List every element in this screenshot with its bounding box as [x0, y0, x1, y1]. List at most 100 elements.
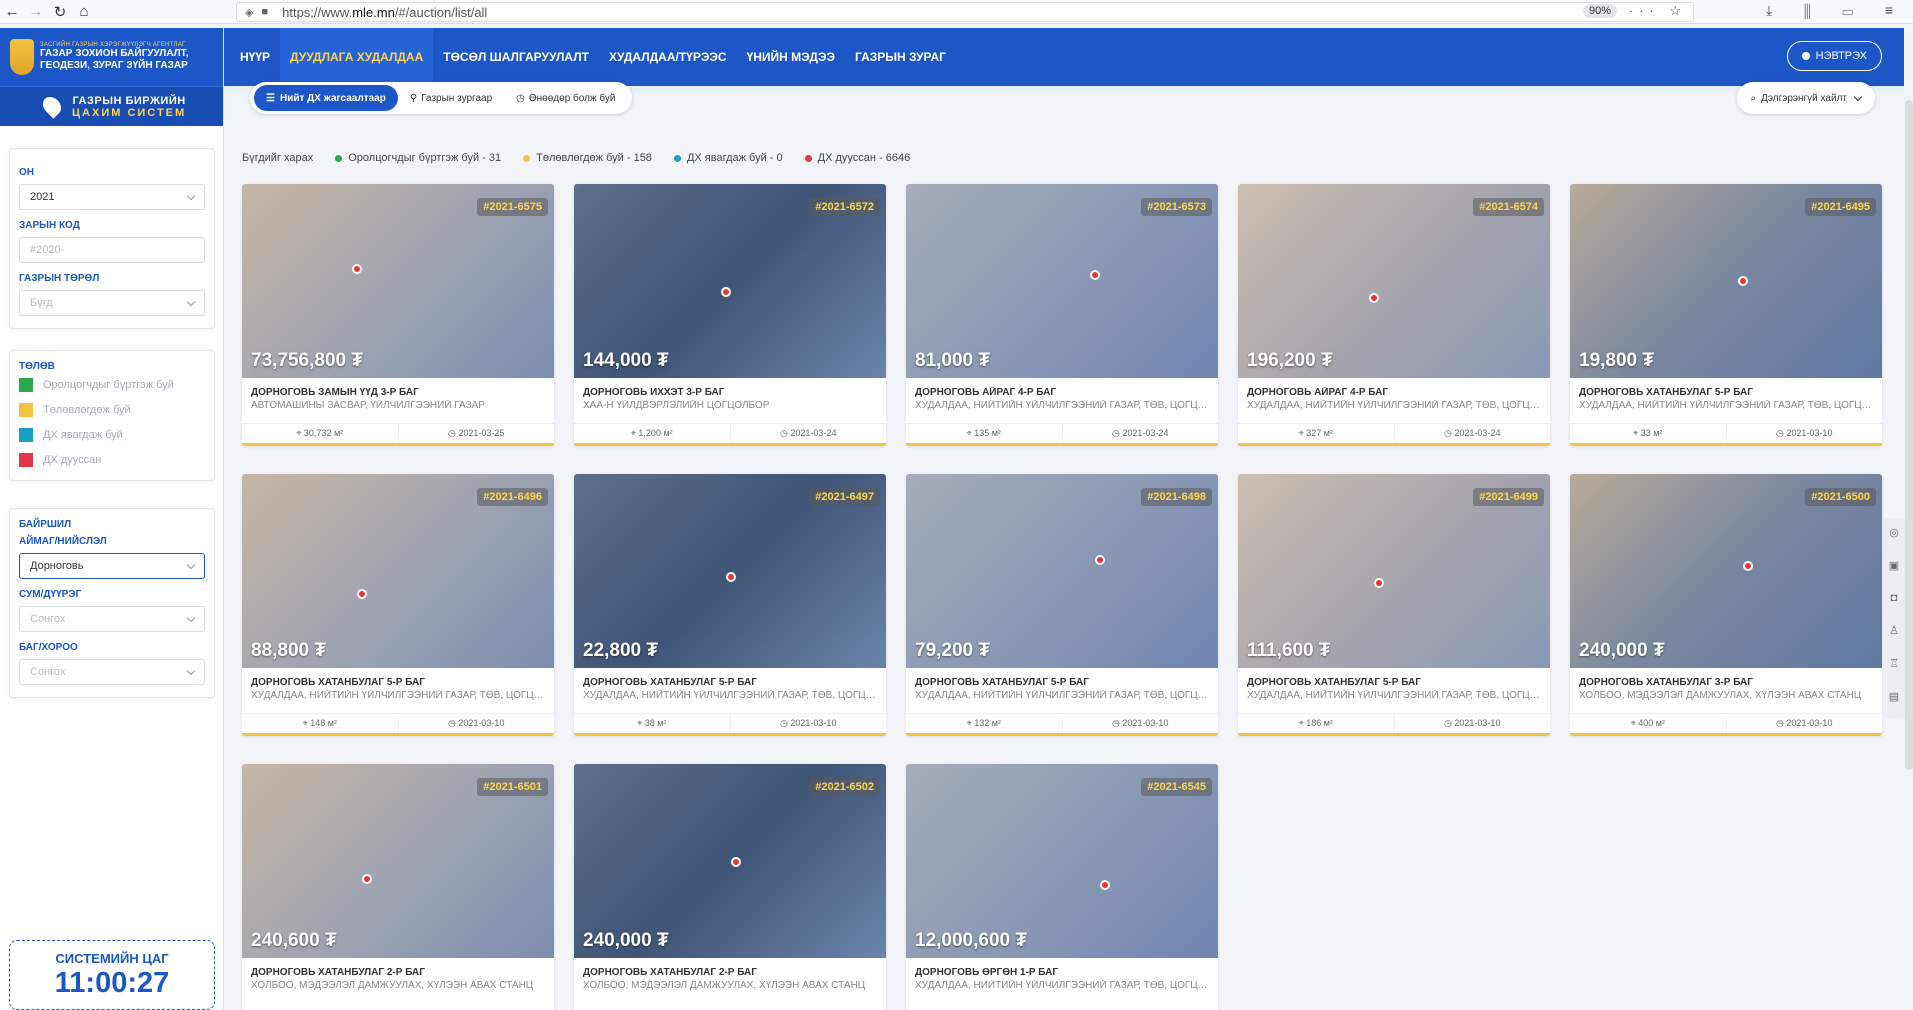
login-button[interactable]: НЭВТРЭХ — [1786, 41, 1882, 71]
nav-auction[interactable]: ДУУДЛАГА ХУДАЛДАА — [280, 28, 434, 86]
status-item[interactable]: Төлөвлөгдөж буй — [19, 403, 205, 417]
url-text: https://www.mle.mn/#/auction/list/all — [282, 4, 488, 20]
auction-card[interactable]: #2021-6501 240,600 ₮ ДОРНОГОВЬ ХАТАНБУЛАГ … — [242, 764, 554, 1010]
auction-card[interactable]: #2021-6496 88,800 ₮ ДОРНОГОВЬ ХАТАНБУЛАГ 5… — [242, 474, 554, 736]
exchange-subtitle: ЦАХИМ СИСТЕМ — [72, 106, 187, 119]
land-type-select[interactable]: Бүгд — [19, 290, 205, 316]
forward-icon[interactable]: → — [24, 3, 48, 20]
auction-purpose: ХОЛБОО, МЭДЭЭЛЭЛ ДАМЖУУЛАХ, ХҮЛЭЭН АВАХ … — [1579, 690, 1862, 701]
exchange-logo[interactable]: ГАЗРЫН БИРЖИЙН ЦАХИМ СИСТЕМ — [0, 86, 223, 126]
auction-price: 111,600 ₮ — [1247, 640, 1331, 661]
status-filter-finished[interactable]: ДХ дууссан - 6646 — [818, 152, 911, 164]
location-marker-icon — [362, 874, 372, 884]
car-icon[interactable]: ◘ — [1891, 592, 1898, 604]
clock-icon: ◷ — [1776, 718, 1787, 728]
code-input[interactable]: #2020- — [19, 237, 205, 263]
person-icon[interactable]: ♙ — [1889, 624, 1899, 637]
area-info: ⌖ 135 м² — [966, 428, 1001, 438]
advanced-search-button[interactable]: ⌕ Дэлгэрэнгүй хайлт — [1736, 82, 1875, 114]
globe-icon[interactable]: ◎ — [1889, 526, 1899, 539]
status-dot — [673, 154, 681, 162]
auction-price: 196,200 ₮ — [1247, 350, 1333, 371]
home-icon[interactable]: ⌂ — [72, 3, 96, 20]
auction-location: ДОРНОГОВЬ ХАТАНБУЛАГ 5-Р БАГ — [583, 677, 757, 688]
auction-purpose: ХУДАЛДАА, НИЙТИЙН ҮЙЛЧИЛГЭЭНИЙ ГАЗАР, ТӨ… — [1247, 400, 1541, 411]
tab-today[interactable]: ◷ Өнөөдөр болж буй — [504, 85, 627, 111]
view-tabs: ☰ Нийт ДХ жагсаалтаар ⚲ Газрын зургаар ◷ Өн… — [250, 82, 632, 114]
page-actions-icon[interactable]: ··· ☆ — [1629, 3, 1687, 19]
nav-land-map[interactable]: ГАЗРЫН ЗУРАГ — [845, 28, 956, 86]
aimag-select[interactable]: Дорноговь — [19, 553, 205, 579]
satellite-image: #2021-6496 88,800 ₮ — [242, 474, 554, 668]
clock-icon: ◷ — [780, 718, 791, 728]
nav-price-info[interactable]: ҮНИЙН МЭДЭЭ — [737, 28, 845, 86]
status-item[interactable]: ДХ явагдаж буй — [19, 428, 205, 442]
area-info: ⌖ 30,732 м² — [296, 428, 344, 438]
nav-project-selection[interactable]: ТӨСӨЛ ШАЛГАРУУЛАЛТ — [433, 28, 599, 86]
nav-home[interactable]: НҮҮР — [230, 28, 280, 86]
building-icon[interactable]: ▣ — [1889, 559, 1899, 572]
tab-list[interactable]: ☰ Нийт ДХ жагсаалтаар — [254, 85, 398, 111]
auction-card[interactable]: #2021-6575 73,756,800 ₮ ДОРНОГОВЬ ЗАМЫН ҮҮ… — [242, 184, 554, 446]
view-all-link[interactable]: Бүгдийг харах — [242, 152, 313, 164]
status-filter-planned[interactable]: Төлөвлөгдөж буй - 158 — [536, 152, 652, 164]
chevron-down-icon — [186, 297, 196, 306]
bag-label: БАГ/ХОРОО — [19, 642, 78, 653]
area-info: ⌖ 148 м² — [302, 718, 337, 728]
status-filter-registering[interactable]: Оролцогчдыг бүртгэж буй - 31 — [348, 152, 501, 164]
auction-code: #2021-6573 — [1141, 198, 1212, 216]
search-icon: ⌕ — [1750, 92, 1757, 104]
zoom-level[interactable]: 90% — [1582, 4, 1617, 18]
status-item[interactable]: Оролцогчдыг бүртгэж буй — [19, 378, 205, 392]
date-info: ◷ 2021-03-24 — [1061, 424, 1219, 443]
clock-icon: ◷ — [780, 428, 791, 438]
scrollbar[interactable] — [1905, 100, 1913, 770]
group-icon[interactable]: ♖ — [1889, 657, 1899, 670]
location-marker-icon — [1743, 561, 1753, 571]
clock-icon: ◷ — [1444, 718, 1455, 728]
satellite-image: #2021-6497 22,800 ₮ — [574, 474, 886, 668]
auction-purpose: ХУДАЛДАА, НИЙТИЙН ҮЙЛЧИЛГЭЭНИЙ ГАЗАР, ТӨ… — [583, 690, 877, 701]
org-logo[interactable]: ЗАСГИЙН ГАЗРЫН ХЭРЭГЖҮҮЛЭГЧ АГЕНТЛАГ ГАЗ… — [0, 28, 223, 86]
document-icon[interactable]: ▤ — [1889, 690, 1899, 703]
reload-icon[interactable]: ↻ — [48, 3, 72, 21]
auction-card[interactable]: #2021-6573 81,000 ₮ ДОРНОГОВЬ АЙРАГ 4-Р БА… — [906, 184, 1218, 446]
auction-price: 240,000 ₮ — [1579, 640, 1665, 661]
auction-card[interactable]: #2021-6545 12,000,600 ₮ ДОРНОГОВЬ ӨРГӨН 1-… — [906, 764, 1218, 1010]
year-select[interactable]: 2021 — [19, 184, 205, 210]
auction-purpose: ХОЛБОО, МЭДЭЭЛЭЛ ДАМЖУУЛАХ, ХҮЛЭЭН АВАХ … — [251, 980, 534, 991]
status-item[interactable]: ДХ дууссан — [19, 453, 205, 467]
clock-icon: ◷ — [516, 92, 525, 104]
auction-card[interactable]: #2021-6572 144,000 ₮ ДОРНОГОВЬ ИХХЭТ 3-Р Б… — [574, 184, 886, 446]
back-icon[interactable]: ← — [0, 3, 24, 20]
nav-sale-rent[interactable]: ХУДАЛДАА/ТҮРЭЭС — [599, 28, 737, 86]
auction-purpose: ХУДАЛДАА, НИЙТИЙН ҮЙЛЧИЛГЭЭНИЙ ГАЗАР, ТӨ… — [1247, 690, 1541, 701]
date-info: ◷ 2021-03-24 — [1393, 424, 1551, 443]
auction-card[interactable]: #2021-6498 79,200 ₮ ДОРНОГОВЬ ХАТАНБУЛАГ 5… — [906, 474, 1218, 736]
auction-purpose: ХУДАЛДАА, НИЙТИЙН ҮЙЛЧИЛГЭЭНИЙ ГАЗАР, ТӨ… — [1579, 400, 1873, 411]
auction-card[interactable]: #2021-6497 22,800 ₮ ДОРНОГОВЬ ХАТАНБУЛАГ 5… — [574, 474, 886, 736]
area-info: ⌖ 327 м² — [1298, 428, 1333, 438]
bag-select[interactable]: Сонгох — [19, 659, 205, 685]
location-title: БАЙРШИЛ — [19, 519, 72, 530]
auction-card[interactable]: #2021-6500 240,000 ₮ ДОРНОГОВЬ ХАТАНБУЛАГ … — [1570, 474, 1882, 736]
satellite-image: #2021-6572 144,000 ₮ — [574, 184, 886, 378]
toolbar-icons[interactable]: ⤓ ⫼ ▭ ≡ — [1766, 2, 1907, 19]
sum-select[interactable]: Сонгох — [19, 606, 205, 632]
clock-icon: ◷ — [1112, 428, 1123, 438]
auction-card[interactable]: #2021-6502 240,000 ₮ ДОРНОГОВЬ ХАТАНБУЛАГ … — [574, 764, 886, 1010]
auction-price: 79,200 ₮ — [915, 640, 990, 661]
sum-label: СУМ/ДҮҮРЭГ — [19, 589, 82, 600]
lock-icon: ■ — [261, 6, 269, 18]
tab-map[interactable]: ⚲ Газрын зургаар — [398, 85, 504, 111]
address-bar[interactable]: ◈ ■ https://www.mle.mn/#/auction/list/al… — [236, 2, 1694, 22]
auction-card[interactable]: #2021-6495 19,800 ₮ ДОРНОГОВЬ ХАТАНБУЛАГ 5… — [1570, 184, 1882, 446]
area-info: ⌖ 400 м² — [1630, 718, 1665, 728]
clock-icon: ◷ — [1112, 718, 1123, 728]
status-filter-ongoing[interactable]: ДХ явагдаж буй - 0 — [687, 152, 783, 164]
satellite-image: #2021-6502 240,000 ₮ — [574, 764, 886, 958]
auction-card[interactable]: #2021-6499 111,600 ₮ ДОРНОГОВЬ ХАТАНБУЛАГ … — [1238, 474, 1550, 736]
auction-card[interactable]: #2021-6574 196,200 ₮ ДОРНОГОВЬ АЙРАГ 4-Р Б… — [1238, 184, 1550, 446]
auction-location: ДОРНОГОВЬ ХАТАНБУЛАГ 5-Р БАГ — [915, 677, 1089, 688]
auction-code: #2021-6574 — [1473, 198, 1544, 216]
